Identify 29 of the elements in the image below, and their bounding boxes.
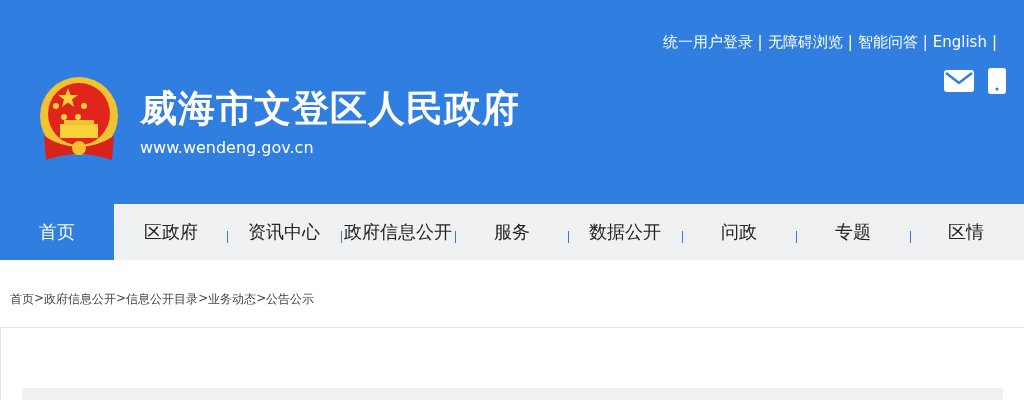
link-separator: | [757, 33, 763, 52]
nav-tab[interactable]: 专题 [795, 204, 910, 260]
breadcrumb-separator: > [116, 291, 127, 307]
mail-icon[interactable] [944, 70, 974, 92]
link-separator: | [991, 33, 997, 52]
breadcrumb-separator: > [34, 291, 45, 307]
nav-tab[interactable]: 服务 [454, 204, 569, 260]
nav-tab[interactable]: 问政 [682, 204, 796, 260]
breadcrumb-link[interactable]: 首页 [10, 291, 34, 327]
link-separator: | [847, 33, 853, 52]
top-link[interactable]: 无障碍浏览 [767, 33, 843, 52]
site-title: 威海市文登区人民政府 [140, 85, 520, 132]
nav-tab[interactable]: 资讯中心 [227, 204, 342, 260]
breadcrumb-link[interactable]: 业务动态 [208, 291, 257, 327]
nav-tab[interactable]: 数据公开 [568, 204, 683, 260]
top-link[interactable]: 智能问答 [857, 33, 918, 52]
top-link[interactable]: English [932, 33, 987, 52]
link-separator: | [922, 33, 928, 52]
site-url: www.wendeng.gov.cn [140, 137, 315, 157]
nav-tab[interactable]: 区情 [909, 204, 1024, 260]
breadcrumb-link[interactable]: 政府信息公开 [44, 291, 117, 327]
breadcrumb-link[interactable]: 公告公示 [266, 291, 315, 327]
nav-tab[interactable]: 区政府 [113, 204, 228, 260]
nav-tab[interactable]: 首页 [0, 204, 114, 260]
breadcrumb-link[interactable]: 信息公开目录 [126, 291, 199, 327]
breadcrumb-separator: > [198, 291, 209, 307]
nav-tab[interactable]: 政府信息公开 [341, 204, 455, 260]
breadcrumb-separator: > [256, 291, 267, 307]
top-link[interactable]: 统一用户登录 [662, 33, 753, 52]
